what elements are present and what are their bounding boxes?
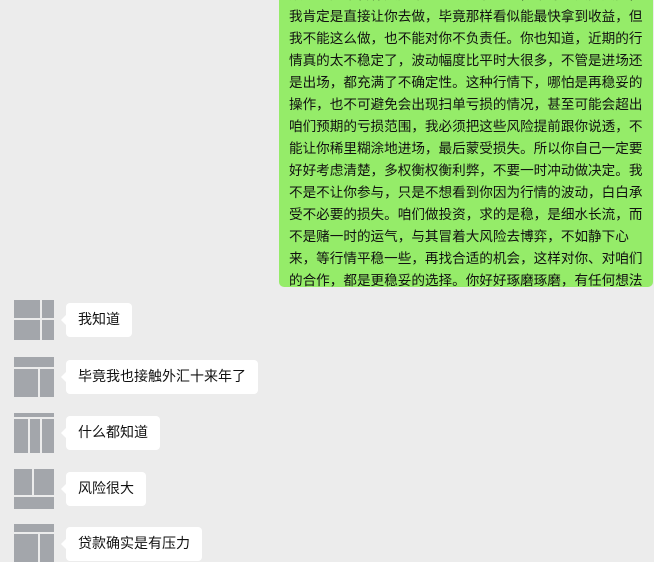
incoming-message-bubble[interactable]: 毕竟我也接触外汇十来年了: [61, 360, 258, 394]
avatar[interactable]: [14, 413, 54, 453]
incoming-message-bubble[interactable]: 贷款确实是有压力: [61, 527, 202, 561]
outgoing-message-bubble[interactable]: 放心。如果合作只是单纯为了追求利益，不考虑实际风险，我肯定是直接让你去做，毕竟那…: [279, 0, 653, 287]
avatar[interactable]: [14, 357, 54, 397]
incoming-message-bubble[interactable]: 什么都知道: [61, 416, 160, 450]
incoming-message-row: 什么都知道: [0, 413, 654, 455]
chat-message-area[interactable]: 放心。如果合作只是单纯为了追求利益，不考虑实际风险，我肯定是直接让你去做，毕竟那…: [0, 0, 654, 562]
incoming-message-row: 毕竟我也接触外汇十来年了: [0, 357, 654, 399]
avatar[interactable]: [14, 469, 54, 509]
avatar[interactable]: [14, 524, 54, 562]
incoming-message-row: 风险很大: [0, 469, 654, 511]
avatar[interactable]: [14, 300, 54, 340]
incoming-message-row: 贷款确实是有压力: [0, 524, 654, 562]
incoming-message-row: 我知道: [0, 300, 654, 342]
incoming-message-bubble[interactable]: 我知道: [61, 303, 132, 337]
incoming-message-bubble[interactable]: 风险很大: [61, 472, 146, 506]
